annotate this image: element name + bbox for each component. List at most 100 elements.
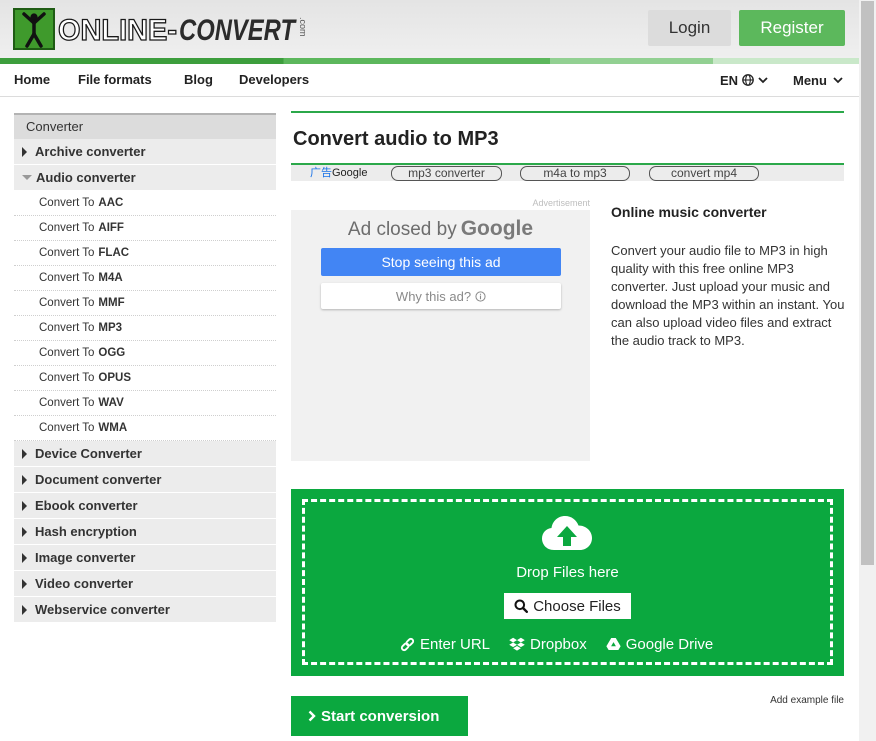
caret-right-icon [22,526,27,537]
dropbox-icon [509,637,525,651]
stop-seeing-ad-button[interactable]: Stop seeing this ad [321,248,561,276]
sidebar-subitem-flac[interactable]: Convert To FLAC [14,241,276,266]
ad-closed-brand: Google [460,217,534,240]
logo-text-convert: CONVERT [179,14,297,47]
sidebar-item-device-converter[interactable]: Device Converter [14,441,276,467]
file-dropzone[interactable]: Drop Files here Choose Files Enter URL D… [291,489,844,676]
sidebar-subitem-wma[interactable]: Convert To WMA [14,416,276,441]
enter-url-label: Enter URL [420,635,491,653]
subitem-prefix: Convert To [39,297,95,309]
ad-closed-prefix: Ad closed by [347,219,457,240]
subitem-format: WMA [98,422,128,434]
ad-closed-message: Ad closed by Google [291,217,590,241]
sidebar-item-label: Device Converter [35,446,142,461]
subitem-format: AIFF [98,222,124,234]
vertical-scrollbar[interactable] [859,0,876,741]
ad-label-cn: 广告 [310,167,332,179]
nav-developers[interactable]: Developers [239,64,309,96]
subitem-prefix: Convert To [39,422,95,434]
upload-source-links: Enter URL Dropbox Google Drive [400,634,713,654]
subitem-prefix: Convert To [39,222,95,234]
caret-right-icon [22,474,27,485]
ad-label-google: Google [332,167,368,179]
add-example-file-link[interactable]: Add example file [740,695,844,706]
logo-text-tld: .com [298,17,308,37]
sidebar-title: Converter [14,113,276,139]
choose-files-button[interactable]: Choose Files [504,593,631,619]
sidebar-subitem-m4a[interactable]: Convert To M4A [14,266,276,291]
sidebar: Converter Archive converter Audio conver… [14,113,276,623]
subitem-prefix: Convert To [39,272,95,284]
menu-toggle[interactable]: Menu [793,64,843,96]
google-drive-link[interactable]: Google Drive [606,635,714,653]
sidebar-subitem-aiff[interactable]: Convert To AIFF [14,216,276,241]
language-label: EN [720,72,739,88]
main-nav: Home File formats Blog Developers EN Men… [0,64,859,97]
google-drive-label: Google Drive [625,635,714,653]
sidebar-item-label: Audio converter [36,170,136,185]
ad-link-mp3-converter[interactable]: mp3 converter [391,166,502,181]
sidebar-item-document-converter[interactable]: Document converter [14,467,276,493]
ad-choices-label[interactable]: 广告Google [310,167,367,179]
caret-right-icon [22,448,27,459]
sidebar-item-webservice-converter[interactable]: Webservice converter [14,597,276,623]
sidebar-item-archive-converter[interactable]: Archive converter [14,139,276,165]
globe-icon [742,74,754,86]
link-icon [400,637,415,651]
sidebar-item-label: Archive converter [35,144,146,159]
ad-link-convert-mp4[interactable]: convert mp4 [649,166,759,181]
sidebar-item-label: Document converter [35,472,162,487]
subitem-prefix: Convert To [39,347,95,359]
subitem-prefix: Convert To [39,197,95,209]
sidebar-subitem-wav[interactable]: Convert To WAV [14,391,276,416]
start-conversion-button[interactable]: Start conversion [291,696,468,736]
ad-box: Ad closed by Google Stop seeing this ad W… [291,210,590,461]
language-selector[interactable]: EN [720,64,768,96]
scrollbar-thumb[interactable] [861,1,874,565]
login-button[interactable]: Login [648,10,731,46]
advertisement-label: Advertisement [532,198,590,208]
caret-right-icon [22,500,27,511]
subitem-format: FLAC [98,247,130,259]
sidebar-subitem-ogg[interactable]: Convert To OGG [14,341,276,366]
dropbox-link[interactable]: Dropbox [509,636,587,653]
sidebar-subitem-aac[interactable]: Convert To AAC [14,191,276,216]
caret-right-icon [22,552,27,563]
info-icon [475,290,486,302]
choose-files-label: Choose Files [533,597,621,615]
nav-blog[interactable]: Blog [184,64,213,96]
subitem-format: OPUS [98,372,131,384]
menu-label: Menu [793,72,827,88]
subitem-format: WAV [98,397,124,409]
logo-text-online: ONLINE- [58,14,177,47]
caret-right-icon [22,578,27,589]
logo-graphic: ONLINE- CONVERT .com [13,8,308,50]
ad-link-m4a-to-mp3[interactable]: m4a to mp3 [520,166,630,181]
nav-home[interactable]: Home [14,64,50,96]
sidebar-item-label: Ebook converter [35,498,138,513]
ad-links-bar: 广告Google mp3 converter m4a to mp3 conver… [291,165,844,181]
sidebar-subitem-opus[interactable]: Convert To OPUS [14,366,276,391]
register-button[interactable]: Register [739,10,845,46]
sidebar-item-label: Video converter [35,576,134,591]
why-this-ad-button[interactable]: Why this ad? [321,283,561,309]
page-title: Convert audio to MP3 [293,128,499,150]
nav-file-formats[interactable]: File formats [78,64,152,96]
search-icon [514,599,529,613]
sidebar-item-video-converter[interactable]: Video converter [14,571,276,597]
sidebar-subitem-mmf[interactable]: Convert To MMF [14,291,276,316]
chevron-down-icon [758,76,768,83]
sidebar-subitem-mp3[interactable]: Convert To MP3 [14,316,276,341]
chevron-right-icon [308,710,316,722]
sidebar-item-hash-encryption[interactable]: Hash encryption [14,519,276,545]
dropbox-label: Dropbox [530,635,587,653]
sidebar-item-audio-converter[interactable]: Audio converter [14,165,276,191]
cloud-upload-icon [542,516,592,550]
sidebar-item-image-converter[interactable]: Image converter [14,545,276,571]
site-logo[interactable]: ONLINE- CONVERT .com [13,6,313,52]
sidebar-item-label: Image converter [35,550,136,565]
chevron-down-icon [833,76,843,83]
sidebar-item-ebook-converter[interactable]: Ebook converter [14,493,276,519]
enter-url-link[interactable]: Enter URL [400,636,490,653]
header: ONLINE- CONVERT .com Login Register [0,0,859,58]
